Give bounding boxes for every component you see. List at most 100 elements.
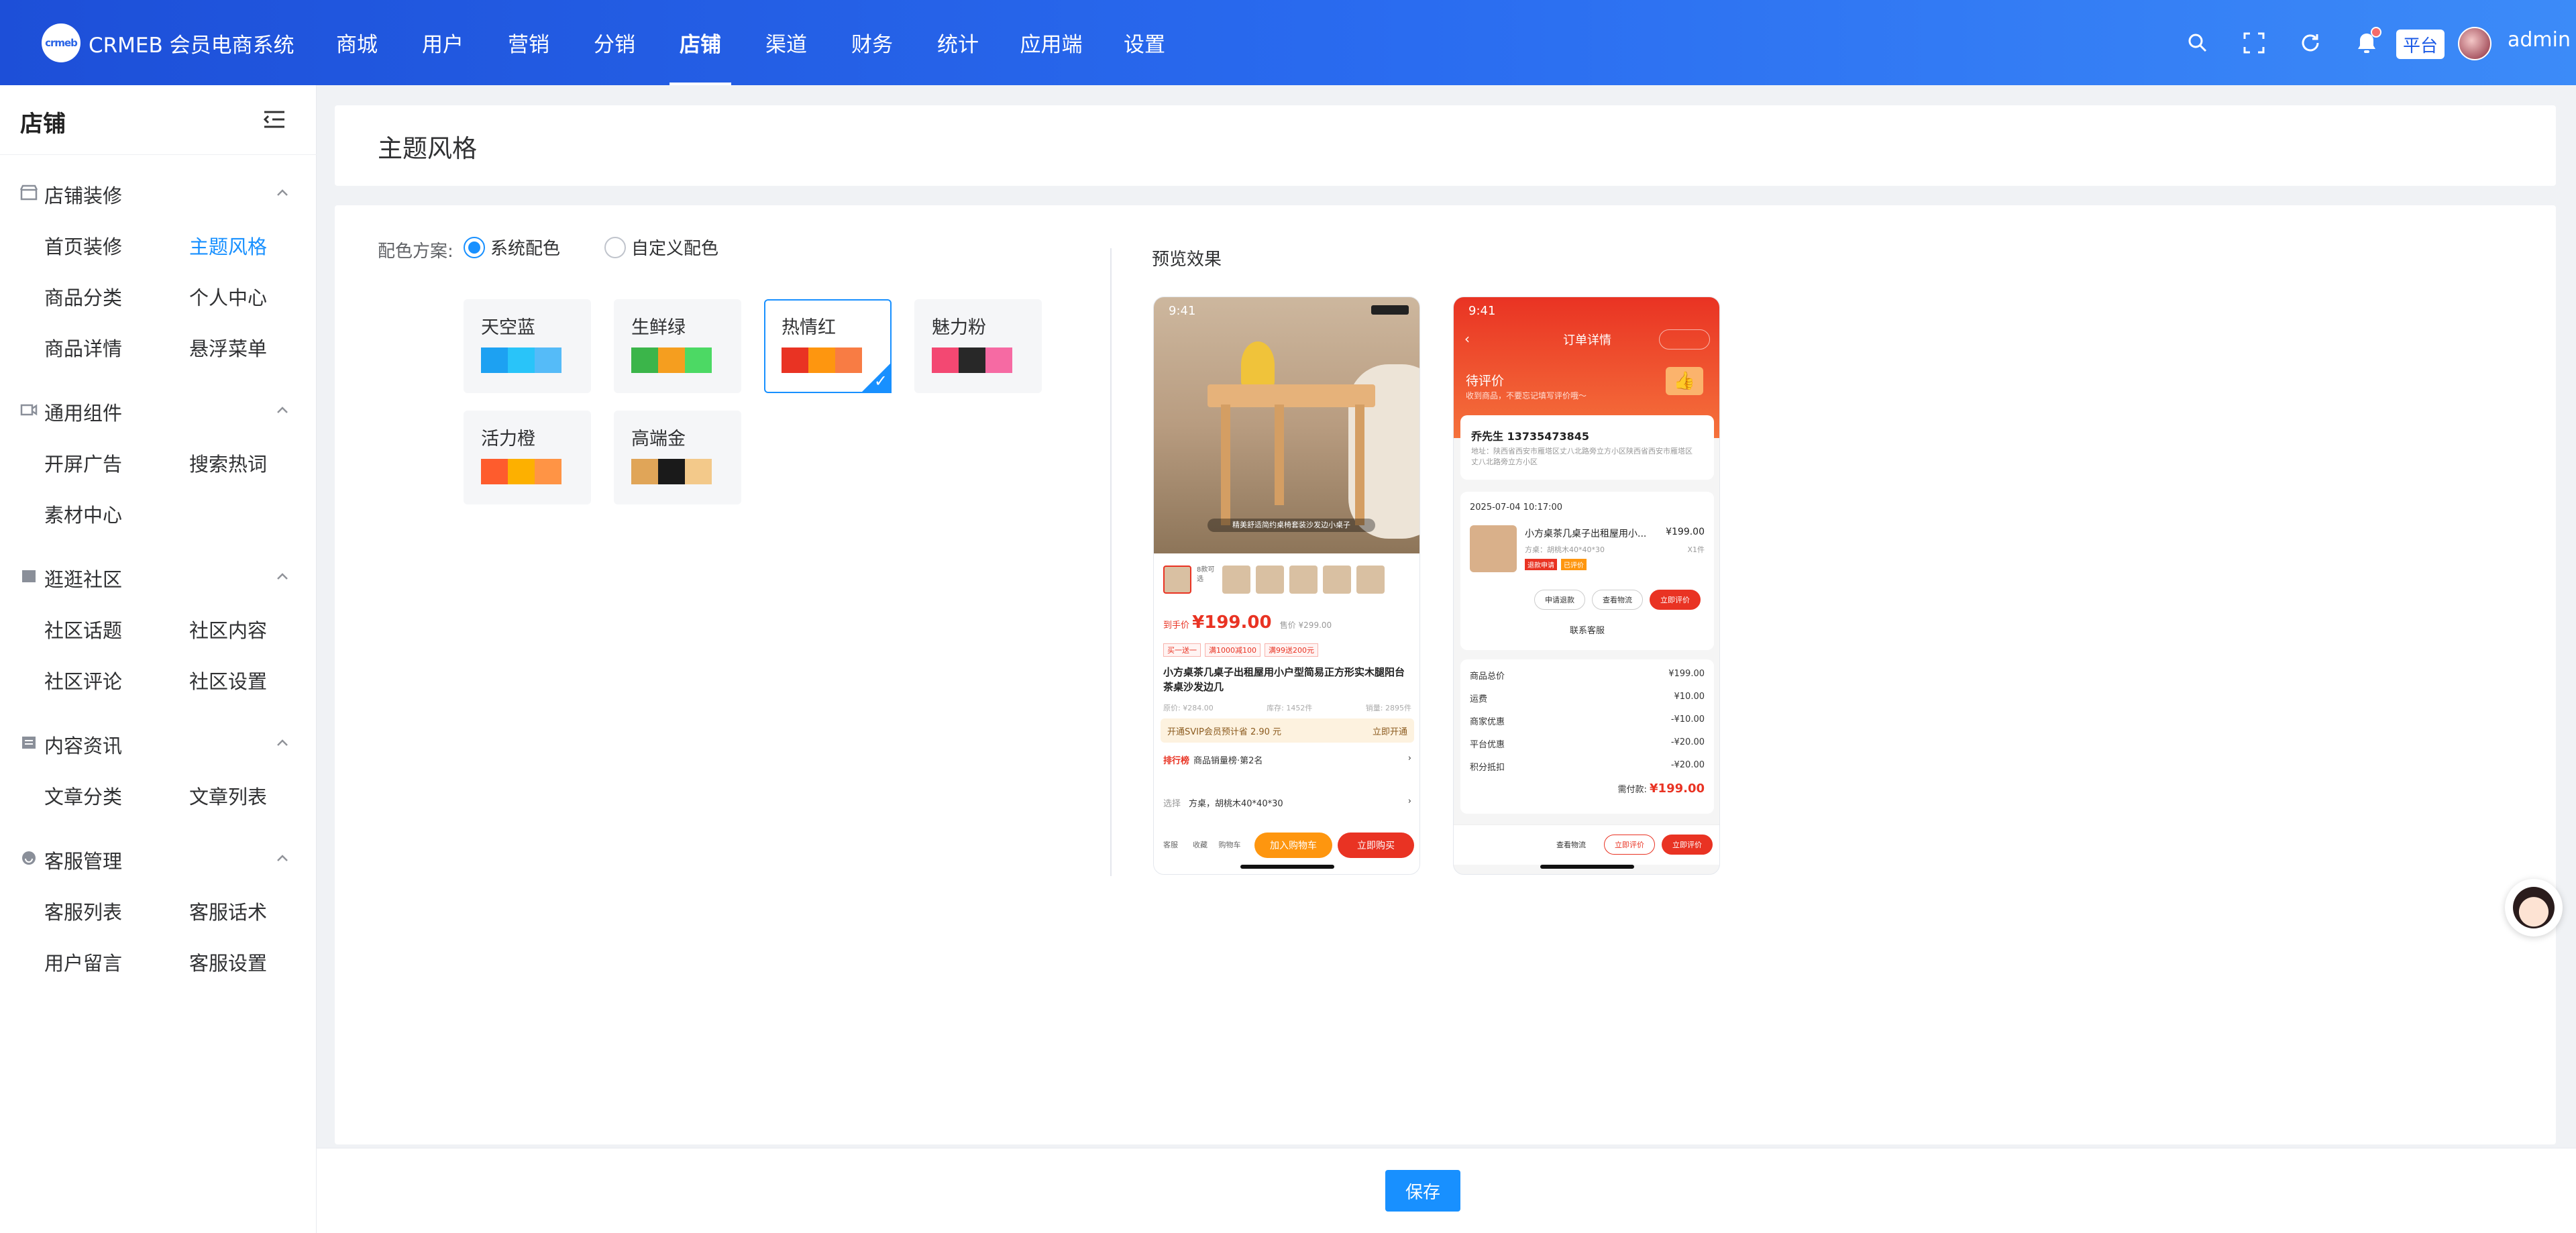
sidebar-group-decoration[interactable]: 店铺装修 (0, 172, 317, 213)
color-swatch (535, 347, 561, 373)
table-leg (1355, 405, 1364, 525)
svip-text: 开通SVIP会员预计省 2.90 元 (1167, 727, 1282, 737)
user-name[interactable]: admin (2508, 28, 2571, 52)
platform-badge[interactable]: 平台 (2396, 30, 2445, 59)
search-icon[interactable] (2184, 30, 2211, 56)
nav-item-statistics[interactable]: 统计 (915, 0, 1001, 85)
price-row: 到手价 ¥199.00 售价 ¥299.00 (1163, 612, 1332, 633)
sidebar-item-service-list[interactable]: 客服列表 (44, 897, 122, 925)
service-icon: 客服 (1163, 841, 1178, 849)
sidebar-item-community-topic[interactable]: 社区话题 (44, 615, 122, 643)
summary-row: 平台优惠 -¥20.00 (1470, 737, 1705, 750)
nav-item-distribution[interactable]: 分销 (572, 0, 657, 85)
sidebar-item-material-center[interactable]: 素材中心 (44, 500, 122, 528)
rank-label: 排行榜 (1163, 756, 1190, 766)
sidebar-item-hot-search[interactable]: 搜索热词 (189, 449, 267, 477)
preview-product-phone: 9:41 精美舒适简约桌椅套装沙发边小桌子 8款可选 到手价 ¥199.00 售… (1153, 297, 1420, 875)
receiver: 乔先生 13735473845 (1471, 430, 1590, 443)
brand[interactable]: crmeb CRMEB 会员电商系统 (42, 23, 294, 63)
sidebar-item-theme-style[interactable]: 主题风格 (189, 231, 267, 260)
theme-card-premium-gold[interactable]: 高端金 (614, 411, 741, 504)
paid-label: 需付款: (1617, 785, 1647, 795)
chevron-up-icon (275, 403, 290, 418)
sidebar-group-community[interactable]: 逛逛社区 (0, 556, 317, 596)
sidebar-item-service-settings[interactable]: 客服设置 (189, 948, 267, 976)
divider (1110, 248, 1112, 876)
customer-service-float-icon[interactable] (2505, 879, 2563, 936)
theme-swatches (782, 347, 862, 373)
sidebar-item-community-settings[interactable]: 社区设置 (189, 666, 267, 694)
footer-bar: 保存 (317, 1148, 2576, 1233)
color-swatch (658, 459, 685, 484)
theme-card-vital-orange[interactable]: 活力橙 (464, 411, 591, 504)
color-swatch (535, 459, 561, 484)
sku-thumb (1163, 566, 1191, 594)
sidebar-item-personal-center[interactable]: 个人中心 (189, 282, 267, 311)
paid-value: ¥199.00 (1650, 782, 1705, 796)
radio-custom-colors[interactable]: 自定义配色 (604, 235, 718, 260)
color-swatch (932, 347, 959, 373)
nav-item-mall[interactable]: 商城 (314, 0, 400, 85)
sidebar: 店铺 店铺装修 首页装修 主题风格 商品分类 个人中心 商品详情 悬浮菜单 通用… (0, 85, 317, 1233)
theme-card-fresh-green[interactable]: 生鲜绿 (614, 299, 741, 393)
nav-item-store[interactable]: 店铺 (657, 0, 743, 85)
svip-action: 立即开通 (1372, 727, 1407, 737)
sidebar-item-community-content[interactable]: 社区内容 (189, 615, 267, 643)
sidebar-item-article-category[interactable]: 文章分类 (44, 782, 122, 810)
sidebar-item-product-category[interactable]: 商品分类 (44, 282, 122, 311)
refresh-icon[interactable] (2297, 30, 2324, 56)
radio-dot (464, 236, 485, 258)
sidebar-header: 店铺 (0, 85, 317, 155)
select-key: 选择 (1163, 799, 1181, 809)
radio-system-colors[interactable]: 系统配色 (464, 235, 560, 260)
sidebar-group-customer-service[interactable]: 客服管理 (0, 838, 317, 878)
summary-key: 平台优惠 (1470, 740, 1505, 750)
sidebar-item-service-scripts[interactable]: 客服话术 (189, 897, 267, 925)
sidebar-item-floating-menu[interactable]: 悬浮菜单 (189, 333, 267, 362)
sidebar-item-community-comment[interactable]: 社区评论 (44, 666, 122, 694)
meta-sales: 销量: 2895件 (1365, 704, 1411, 712)
original-price: 售价 ¥299.00 (1279, 621, 1332, 630)
item-price: ¥199.00 (1666, 527, 1705, 537)
nav-item-user[interactable]: 用户 (400, 0, 486, 85)
sku-thumb (1256, 566, 1284, 594)
address-card: 乔先生 13735473845 地址：陕西省西安市雁塔区丈八北路旁立方小区陕西省… (1460, 415, 1714, 480)
color-swatch (481, 459, 508, 484)
sidebar-item-splash-ad[interactable]: 开屏广告 (44, 449, 122, 477)
sidebar-item-user-messages[interactable]: 用户留言 (44, 948, 122, 976)
sidebar-group-articles[interactable]: 内容资讯 (0, 722, 317, 763)
theme-name: 活力橙 (481, 429, 535, 449)
theme-card-charm-pink[interactable]: 魅力粉 (914, 299, 1042, 393)
menu-collapse-icon[interactable] (263, 109, 286, 129)
save-button[interactable]: 保存 (1385, 1170, 1460, 1212)
bell-icon[interactable] (2353, 27, 2381, 56)
status-icons (1371, 305, 1409, 315)
summary-value: -¥10.00 (1670, 714, 1705, 725)
sidebar-item-home-decor[interactable]: 首页装修 (44, 231, 122, 260)
nav-item-settings[interactable]: 设置 (1102, 0, 1187, 85)
theme-settings-card: 配色方案: 系统配色 自定义配色 天空蓝 生鲜绿 热情红 ✓ 魅力粉 活力橙 高… (335, 205, 2556, 1144)
radio-label: 系统配色 (490, 239, 561, 259)
photo-caption: 精美舒适简约桌椅套装沙发边小桌子 (1208, 519, 1375, 532)
refund-button: 申请退款 (1534, 590, 1585, 610)
theme-card-sky-blue[interactable]: 天空蓝 (464, 299, 591, 393)
scheme-label: 配色方案: (378, 242, 453, 262)
color-swatch (782, 347, 808, 373)
avatar[interactable] (2458, 27, 2491, 60)
crmeb-logo: crmeb (42, 23, 80, 62)
sidebar-item-product-detail[interactable]: 商品详情 (44, 333, 122, 362)
product-action-bar: 客服 收藏 购物车 加入购物车 立即购买 (1154, 824, 1419, 865)
sku-thumb (1289, 566, 1318, 594)
sidebar-group-components[interactable]: 通用组件 (0, 390, 317, 430)
theme-card-passion-red[interactable]: 热情红 ✓ (764, 299, 892, 393)
nav-item-app[interactable]: 应用端 (1001, 0, 1102, 85)
sidebar-item-article-list[interactable]: 文章列表 (189, 782, 267, 810)
order-footer: 查看物流 立即评价 立即评价 (1454, 824, 1719, 865)
nav-item-finance[interactable]: 财务 (829, 0, 915, 85)
fullscreen-icon[interactable] (2241, 30, 2267, 56)
status-time: 9:41 (1169, 304, 1196, 318)
nav-item-channel[interactable]: 渠道 (743, 0, 829, 85)
nav-item-marketing[interactable]: 营销 (486, 0, 572, 85)
chevron-up-icon (275, 186, 290, 201)
community-icon (20, 568, 38, 584)
